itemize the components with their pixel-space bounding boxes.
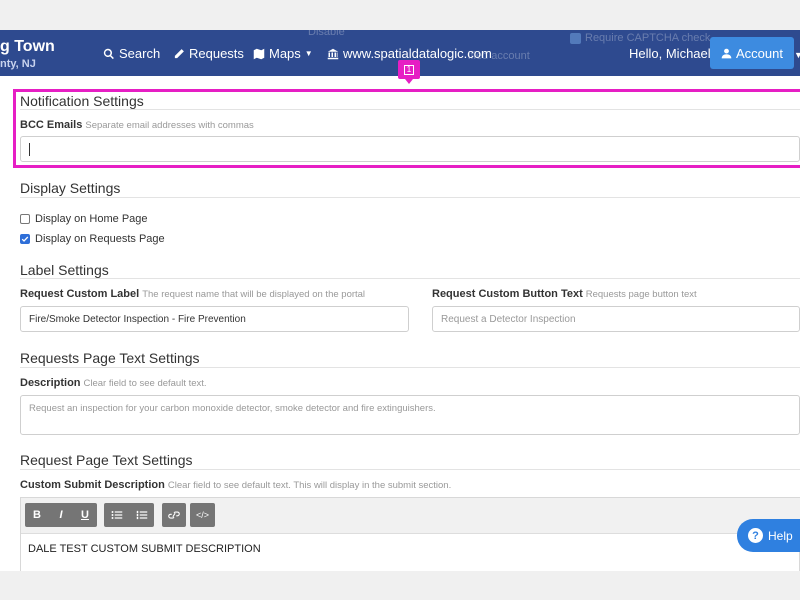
description-label: Description Clear field to see default te… bbox=[20, 377, 207, 389]
request-custom-label-input[interactable]: Fire/Smoke Detector Inspection - Fire Pr… bbox=[20, 306, 409, 332]
display-home-page-checkbox[interactable] bbox=[20, 214, 30, 224]
user-icon bbox=[721, 48, 732, 58]
highlight-badge-number: 1 bbox=[404, 64, 414, 75]
request-custom-label-hint: The request name that will be displayed … bbox=[142, 289, 366, 300]
editor-toolbar: B I U </> bbox=[21, 498, 800, 534]
underline-button[interactable]: U bbox=[73, 503, 97, 527]
brand-title[interactable]: g Town bbox=[0, 38, 55, 56]
institution-icon bbox=[327, 48, 339, 59]
request-page-text-settings-title: Request Page Text Settings bbox=[20, 452, 193, 468]
description-hint: Clear field to see default text. bbox=[83, 378, 207, 389]
custom-submit-description-text: Custom Submit Description bbox=[20, 479, 165, 491]
description-placeholder: Request an inspection for your carbon mo… bbox=[29, 403, 436, 414]
chevron-down-icon: ▼ bbox=[304, 49, 313, 58]
bulleted-list-icon bbox=[111, 511, 122, 519]
display-requests-page-checkbox[interactable] bbox=[20, 234, 30, 244]
request-custom-button-placeholder: Request a Detector Inspection bbox=[441, 313, 576, 325]
ghost-checkbox bbox=[570, 33, 581, 44]
description-label-text: Description bbox=[20, 377, 81, 389]
map-icon bbox=[253, 48, 265, 59]
bcc-emails-hint: Separate email addresses with commas bbox=[85, 120, 254, 131]
question-icon: ? bbox=[748, 528, 763, 543]
search-icon bbox=[103, 48, 114, 59]
italic-button[interactable]: I bbox=[49, 503, 73, 527]
request-custom-label-text: Request Custom Label bbox=[20, 288, 140, 300]
display-requests-page-option[interactable]: Display on Requests Page bbox=[20, 233, 165, 245]
requests-page-text-settings-title: Requests Page Text Settings bbox=[20, 350, 200, 366]
link-icon bbox=[168, 511, 180, 519]
account-caret-icon[interactable]: ▼ bbox=[794, 50, 800, 60]
pencil-icon bbox=[174, 48, 184, 58]
help-button[interactable]: ? Help bbox=[737, 519, 800, 552]
brand-subtitle: nty, NJ bbox=[0, 58, 36, 70]
nav-requests-label: Requests bbox=[189, 46, 244, 61]
ghost-text-captcha: Require CAPTCHA check bbox=[585, 32, 711, 44]
numbered-list-icon bbox=[136, 510, 147, 520]
request-custom-label-value: Fire/Smoke Detector Inspection - Fire Pr… bbox=[29, 313, 246, 325]
description-textarea[interactable]: Request an inspection for your carbon mo… bbox=[20, 395, 800, 435]
nav-search-label: Search bbox=[119, 46, 161, 61]
browser-frame: Disable Require CAPTCHA check ified acco… bbox=[0, 0, 800, 600]
nav-maps[interactable]: Maps ▼ bbox=[253, 46, 313, 61]
display-home-page-label: Display on Home Page bbox=[35, 213, 148, 225]
section-divider bbox=[20, 278, 800, 279]
code-view-button[interactable]: </> bbox=[190, 503, 215, 527]
help-label: Help bbox=[768, 528, 793, 543]
nav-maps-label: Maps bbox=[269, 46, 301, 61]
nav-website[interactable]: www.spatialdatalogic.com bbox=[327, 46, 492, 61]
request-custom-label-label: Request Custom Label The request name tha… bbox=[20, 288, 365, 300]
section-divider bbox=[20, 197, 800, 198]
section-divider bbox=[20, 469, 800, 470]
highlight-badge: 1 bbox=[398, 60, 420, 84]
display-settings-title: Display Settings bbox=[20, 180, 121, 196]
insert-link-button[interactable] bbox=[162, 503, 186, 527]
unordered-list-button[interactable] bbox=[104, 503, 129, 527]
request-custom-button-text: Request Custom Button Text bbox=[432, 288, 583, 300]
text-cursor bbox=[29, 142, 30, 156]
section-divider bbox=[20, 109, 800, 110]
checkmark-icon bbox=[21, 236, 29, 242]
nav-search[interactable]: Search bbox=[103, 46, 160, 61]
custom-submit-description-hint: Clear field to see default text. This wi… bbox=[167, 480, 452, 491]
user-greeting: Hello, Michael bbox=[629, 46, 711, 61]
request-custom-button-label: Request Custom Button Text Requests page … bbox=[432, 288, 697, 300]
editor-content[interactable]: DALE TEST CUSTOM SUBMIT DESCRIPTION bbox=[28, 543, 261, 555]
bcc-emails-label-text: BCC Emails bbox=[20, 119, 83, 131]
account-button[interactable]: Account bbox=[710, 37, 794, 69]
section-divider bbox=[20, 367, 800, 368]
display-requests-page-label: Display on Requests Page bbox=[35, 233, 165, 245]
settings-page: Disable Require CAPTCHA check ified acco… bbox=[0, 30, 800, 571]
request-custom-button-hint: Requests page button text bbox=[585, 289, 697, 300]
rich-text-editor[interactable]: B I U </> DALE TEST CUSTOM SUBMIT DESCRI… bbox=[20, 497, 800, 571]
nav-requests[interactable]: Requests bbox=[173, 46, 244, 61]
notification-settings-title: Notification Settings bbox=[20, 93, 144, 109]
bold-button[interactable]: B bbox=[25, 503, 49, 527]
custom-submit-description-label: Custom Submit Description Clear field to … bbox=[20, 479, 451, 491]
label-settings-title: Label Settings bbox=[20, 262, 109, 278]
bcc-emails-label: BCC Emails Separate email addresses with … bbox=[20, 119, 254, 131]
ghost-text-disable: Disable bbox=[308, 30, 345, 38]
request-custom-button-input[interactable]: Request a Detector Inspection bbox=[432, 306, 800, 332]
nav-website-label: www.spatialdatalogic.com bbox=[343, 46, 492, 61]
account-label: Account bbox=[736, 45, 783, 61]
display-home-page-option[interactable]: Display on Home Page bbox=[20, 213, 148, 225]
ordered-list-button[interactable] bbox=[129, 503, 154, 527]
bcc-emails-input[interactable] bbox=[20, 136, 800, 162]
